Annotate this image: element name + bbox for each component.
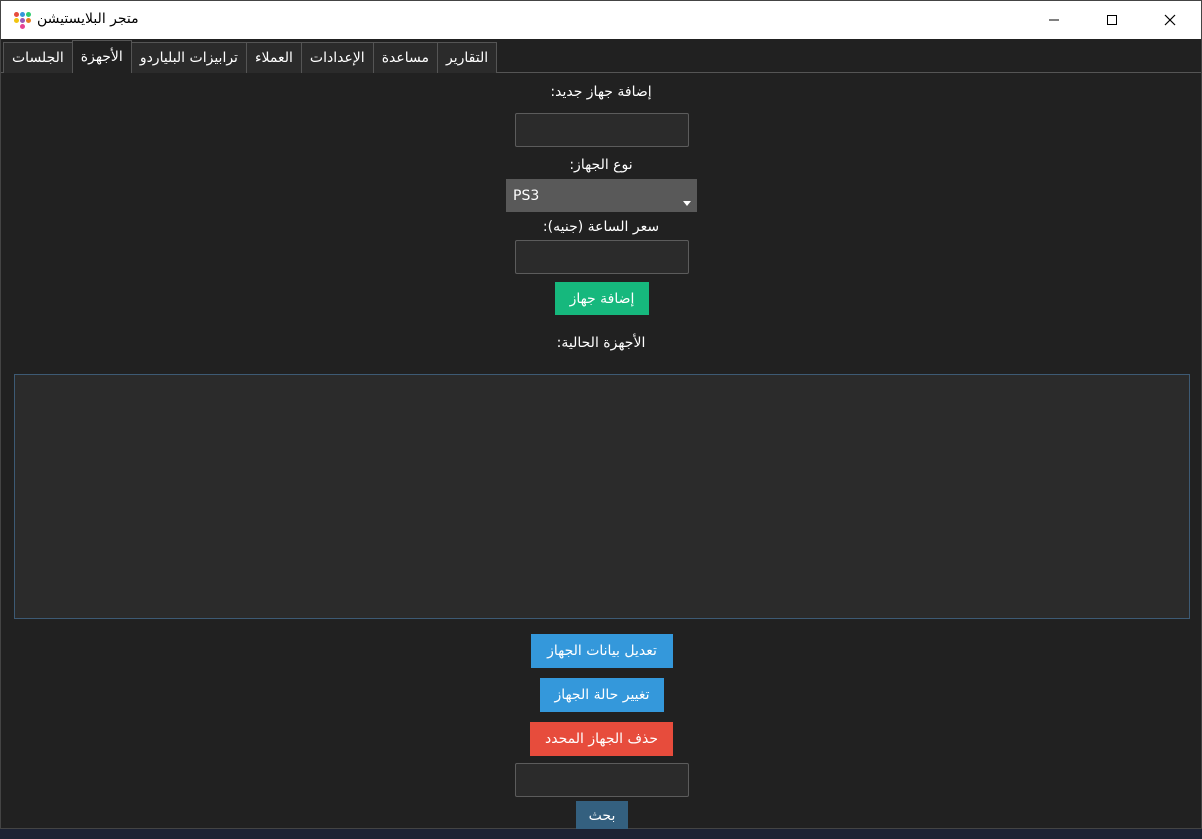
app-icon bbox=[12, 10, 32, 30]
chevron-down-icon bbox=[683, 201, 691, 206]
tab-help[interactable]: مساعدة bbox=[372, 42, 438, 73]
minimize-icon bbox=[1049, 19, 1059, 21]
delete-device-button[interactable]: حذف الجهاز المحدد bbox=[530, 722, 673, 756]
edit-device-button[interactable]: تعديل بيانات الجهاز bbox=[531, 634, 673, 668]
device-type-select[interactable]: PS3 bbox=[506, 179, 697, 212]
tab-settings[interactable]: الإعدادات bbox=[300, 42, 374, 73]
tab-customers[interactable]: العملاء bbox=[245, 42, 302, 73]
maximize-icon bbox=[1107, 15, 1117, 25]
taskbar bbox=[0, 829, 1202, 839]
hour-price-input[interactable] bbox=[515, 240, 689, 274]
title-bar: متجر البلايستيشن bbox=[1, 1, 1201, 39]
minimize-button[interactable] bbox=[1031, 1, 1077, 39]
device-type-value: PS3 bbox=[513, 187, 540, 204]
main-window: متجر البلايستيشن الجلسات الأجهزة ترابيزا… bbox=[0, 0, 1202, 831]
search-button[interactable]: بحث bbox=[576, 801, 628, 831]
tab-billiard-tables[interactable]: ترابيزات البلياردو bbox=[130, 42, 247, 73]
device-type-label: :نوع الجهاز bbox=[569, 157, 633, 173]
change-status-button[interactable]: تغيير حالة الجهاز bbox=[540, 678, 664, 712]
devices-list[interactable] bbox=[14, 374, 1190, 619]
tab-reports[interactable]: التقارير bbox=[436, 42, 498, 73]
current-devices-label: :الأجهزة الحالية bbox=[556, 335, 646, 351]
hour-price-label: :سعر الساعة (جنيه) bbox=[542, 219, 660, 235]
tab-devices[interactable]: الأجهزة bbox=[71, 40, 132, 73]
close-icon bbox=[1164, 14, 1176, 26]
window-title: متجر البلايستيشن bbox=[37, 11, 139, 27]
close-button[interactable] bbox=[1147, 1, 1193, 39]
new-device-label: :إضافة جهاز جديد bbox=[550, 84, 652, 100]
search-input[interactable] bbox=[515, 763, 689, 797]
tab-sessions[interactable]: الجلسات bbox=[3, 42, 73, 73]
tab-bar: الجلسات الأجهزة ترابيزات البلياردو العمل… bbox=[3, 40, 498, 73]
add-device-button[interactable]: إضافة جهاز bbox=[555, 282, 649, 315]
new-device-input[interactable] bbox=[515, 113, 689, 147]
maximize-button[interactable] bbox=[1089, 1, 1135, 39]
